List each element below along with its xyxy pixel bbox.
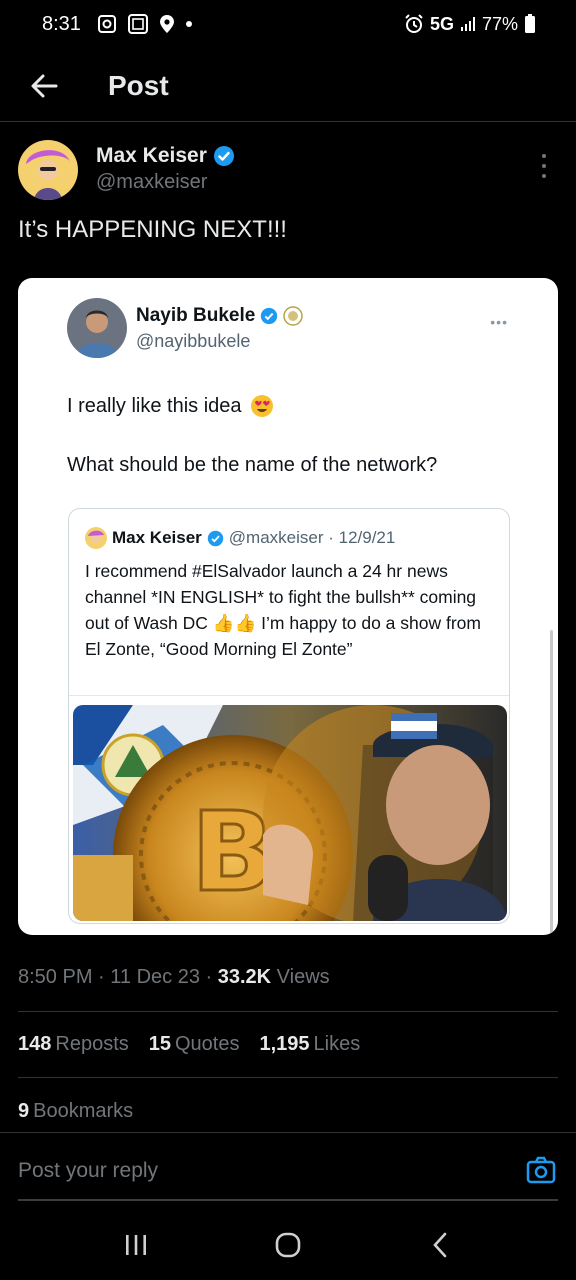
gallery-notification-icon	[127, 13, 149, 35]
more-dot	[542, 174, 546, 178]
dot-icon	[185, 20, 193, 28]
views-count: 33.2K	[217, 966, 272, 988]
bitcoin-photo: B	[73, 705, 507, 921]
status-right: 5G 77%	[404, 14, 536, 35]
battery-icon	[524, 14, 536, 34]
embedded-line1-text: I really like this idea	[67, 394, 242, 417]
affiliation-badge-icon	[283, 306, 304, 326]
embedded-author-name: Nayib Bukele	[136, 305, 256, 326]
system-navigation-bar	[0, 1210, 576, 1280]
reply-input[interactable]	[18, 1159, 438, 1183]
likes-stat[interactable]: 1,195 Likes	[259, 1033, 360, 1056]
embedded-scrollbar	[550, 630, 553, 935]
embedded-author-avatar	[67, 298, 127, 358]
status-left: 8:31	[42, 13, 193, 36]
svg-text:B: B	[191, 788, 275, 916]
embedded-more-icon: •••	[490, 314, 508, 330]
embedded-line2: What should be the name of the network?	[67, 454, 438, 476]
author-name-row: Max Keiser	[96, 144, 235, 168]
embedded-line1: I really like this idea	[67, 394, 274, 418]
post-date: 11 Dec 23	[110, 966, 200, 988]
top-app-bar: Post	[0, 50, 576, 122]
bookmarks-label: Bookmarks	[33, 1100, 134, 1122]
reposts-label: Reposts	[55, 1033, 129, 1055]
post-image[interactable]: Nayib Bukele @nayibbukele ••• I really l…	[18, 278, 558, 935]
divider	[18, 1077, 558, 1078]
verified-badge-icon	[261, 307, 278, 325]
quoted-author-name: Max Keiser	[112, 528, 202, 547]
bookmarks-stat[interactable]: 9 Bookmarks	[18, 1100, 133, 1123]
reposts-stat[interactable]: 148 Reposts	[18, 1033, 129, 1056]
bookmarks-count: 9	[18, 1100, 30, 1122]
reposts-count: 148	[18, 1033, 52, 1055]
network-type: 5G	[429, 13, 454, 34]
recent-apps-icon	[126, 1235, 146, 1255]
verified-badge-icon	[207, 530, 224, 546]
reply-bar	[0, 1132, 576, 1200]
likes-label: Likes	[313, 1033, 361, 1055]
quoted-author-avatar	[85, 527, 107, 549]
home-icon	[275, 1232, 301, 1258]
views-label: Views	[276, 966, 330, 988]
more-dots-icon	[542, 154, 546, 158]
quoted-post-text: I recommend #ElSalvador launch a 24 hr n…	[85, 561, 481, 659]
location-icon	[159, 14, 175, 34]
quotes-label: Quotes	[175, 1033, 240, 1055]
post-text: It’s HAPPENING NEXT!!!	[18, 216, 287, 243]
notification-shield-icon	[97, 14, 117, 34]
verified-badge-icon	[213, 146, 234, 166]
more-options-button[interactable]	[534, 154, 554, 178]
post-timestamp: 8:50 PM · 11 Dec 23 · 33.2K Views	[18, 966, 330, 988]
page-title: Post	[108, 69, 169, 101]
battery-percent: 77%	[481, 13, 518, 34]
quoted-post-meta: @maxkeiser · 12/9/21	[228, 528, 396, 547]
heart-eyes-emoji-icon	[250, 395, 273, 417]
home-button[interactable]	[258, 1220, 318, 1270]
quoted-post-divider	[69, 695, 509, 696]
author-names: Max Keiser @maxkeiser	[96, 144, 235, 194]
embedded-name-row: Nayib Bukele	[136, 305, 304, 327]
back-button[interactable]	[22, 64, 66, 108]
post-author: Max Keiser @maxkeiser	[18, 140, 558, 204]
recent-apps-button[interactable]	[106, 1220, 166, 1270]
status-time: 8:31	[42, 12, 81, 35]
more-dot	[542, 164, 546, 168]
camera-button[interactable]	[526, 1155, 556, 1185]
camera-icon	[526, 1156, 556, 1184]
post-time: 8:50 PM	[18, 966, 93, 988]
back-nav-button[interactable]	[410, 1220, 470, 1270]
engagement-stats: 148 Reposts 15 Quotes 1,195 Likes	[18, 1033, 360, 1056]
author-avatar[interactable]	[18, 140, 78, 200]
arrow-left-icon	[31, 74, 58, 97]
reply-underline	[18, 1199, 558, 1201]
quoted-post: Max Keiser @maxkeiser · 12/9/21 I recomm…	[68, 508, 510, 924]
status-bar: 8:31 5G 77%	[0, 0, 576, 48]
embedded-author-handle: @nayibbukele	[136, 331, 251, 351]
alarm-icon	[404, 14, 424, 34]
signal-icon	[460, 16, 476, 32]
quotes-stat[interactable]: 15 Quotes	[149, 1033, 240, 1056]
quoted-post-header: Max Keiser @maxkeiser · 12/9/21	[85, 527, 395, 549]
divider	[18, 1011, 558, 1012]
author-name[interactable]: Max Keiser	[96, 144, 207, 168]
chevron-left-icon	[433, 1232, 447, 1258]
author-handle[interactable]: @maxkeiser	[96, 171, 235, 194]
quotes-count: 15	[148, 1033, 171, 1055]
likes-count: 1,195	[259, 1033, 310, 1055]
